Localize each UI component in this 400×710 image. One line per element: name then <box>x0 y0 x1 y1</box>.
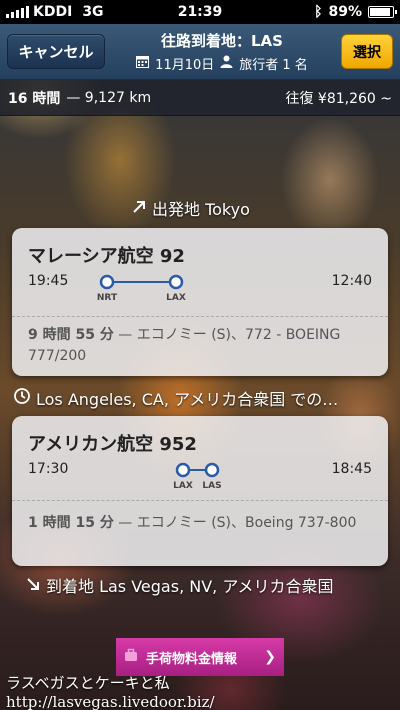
origin-line: 出発地 Tokyo <box>132 196 250 220</box>
origin-airport-code: LAX <box>173 481 193 491</box>
origin-airport-code: NRT <box>96 293 118 303</box>
blog-title-overlay: ラスベガスとケーキと私 <box>6 674 170 692</box>
nav-title: 往路到着地：LAS 11月10日 旅行者 1 名 <box>112 30 332 73</box>
price: 往復 ¥81,260 ~ <box>285 90 392 107</box>
clock-icon <box>14 388 30 408</box>
layover-line: Los Angeles, CA, アメリカ合衆国 での… <box>14 386 338 410</box>
departure-time: 19:45 <box>28 273 69 289</box>
navigation-bar: キャンセル 往路到着地：LAS 11月10日 旅行者 1 名 選択 <box>0 24 400 80</box>
total-distance: — 9,127 km <box>66 89 152 106</box>
flight-details: 1 時間 15 分 — エコノミー (S)、Boeing 737-800 <box>28 513 372 534</box>
blog-url-overlay: http://lasvegas.livedoor.biz/ <box>6 693 215 710</box>
flight-class-aircraft: — エコノミー (S)、Boeing 737-800 <box>113 515 357 531</box>
destination-airport-code: LAX <box>166 293 186 303</box>
battery-percent: 89% <box>328 4 362 20</box>
divider <box>12 500 388 501</box>
battery-icon <box>368 6 397 18</box>
destination-label: 到着地 Las Vegas, NV, アメリカ合衆国 <box>46 577 334 596</box>
flight-details: 9 時間 55 分 — エコノミー (S)、772 - BOEING 777/2… <box>28 325 372 367</box>
baggage-fee-label: 手荷物料金情報 <box>146 651 238 667</box>
signal-icon <box>6 6 29 18</box>
airline-name: アメリカン航空 952 <box>28 434 197 455</box>
person-icon <box>220 55 233 72</box>
bluetooth-icon: ᛒ <box>314 4 323 20</box>
arrival-time: 18:45 <box>331 461 372 477</box>
select-button[interactable]: 選択 <box>341 34 393 69</box>
network-type: 3G <box>82 4 104 20</box>
southeast-arrow-icon <box>26 576 40 595</box>
trip-summary-bar: 16 時間 — 9,127 km 往復 ¥81,260 ~ <box>0 80 400 116</box>
route-diagram: NRT LAX <box>96 272 196 304</box>
cancel-button[interactable]: キャンセル <box>7 34 105 69</box>
flight-card[interactable]: マレーシア航空 92 19:45 12:40 NRT LAX 9 時間 55 分… <box>12 228 388 376</box>
travel-date: 11月10日 <box>155 58 215 73</box>
suitcase-icon <box>124 648 138 666</box>
destination-line: 到着地 Las Vegas, NV, アメリカ合衆国 <box>26 573 334 597</box>
airline-name: マレーシア航空 92 <box>28 246 185 267</box>
baggage-fee-button[interactable]: 手荷物料金情報 ❯ <box>116 638 284 676</box>
origin-label: 出発地 Tokyo <box>152 200 250 219</box>
flight-duration: 9 時間 55 分 <box>28 327 114 343</box>
status-bar: KDDI 3G 21:39 ᛒ 89% <box>0 0 400 24</box>
destination-airport-code: LAS <box>202 481 222 491</box>
travelers-count: 旅行者 1 名 <box>239 58 308 73</box>
departure-time: 17:30 <box>28 461 69 477</box>
flight-duration: 1 時間 15 分 <box>28 515 114 531</box>
northeast-arrow-icon <box>132 199 146 218</box>
divider <box>12 316 388 317</box>
calendar-icon <box>136 55 150 72</box>
chevron-right-icon: ❯ <box>264 649 276 665</box>
flight-card[interactable]: アメリカン航空 952 17:30 18:45 LAX LAS 1 時間 15 … <box>12 416 388 566</box>
route-diagram: LAX LAS <box>172 460 232 492</box>
total-duration: 16 時間 <box>8 90 61 107</box>
arrival-time: 12:40 <box>331 273 372 289</box>
page-title: 往路到着地：LAS <box>161 32 283 50</box>
carrier-name: KDDI <box>33 4 73 20</box>
layover-label: Los Angeles, CA, アメリカ合衆国 での… <box>36 390 339 409</box>
